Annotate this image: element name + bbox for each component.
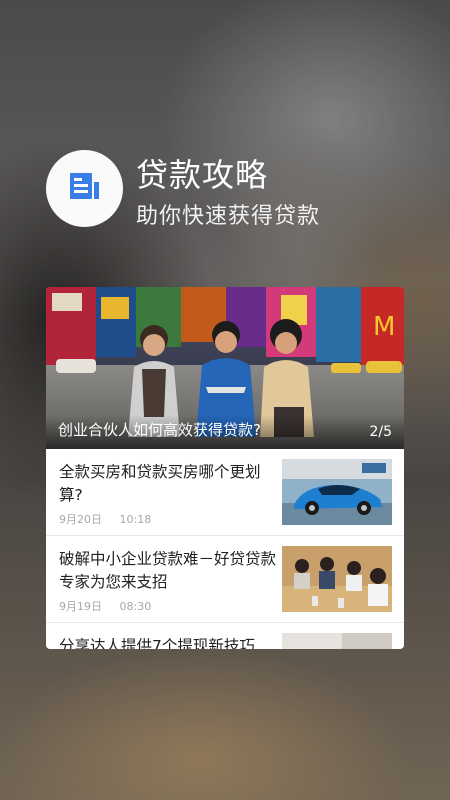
banner-title[interactable]: 创业合伙人如何高效获得贷款?: [58, 419, 261, 440]
banner-page-indicator: 2/5: [369, 424, 392, 440]
document-icon: [67, 170, 103, 208]
news-title[interactable]: 分享达人提供7个提现新技巧: [59, 635, 277, 649]
header: 贷款攻略 助你快速获得贷款: [46, 150, 430, 230]
news-title[interactable]: 破解中小企业贷款难－好贷贷款专家为您来支招: [59, 548, 277, 594]
page-subtitle: 助你快速获得贷款: [136, 204, 321, 229]
svg-text:M: M: [373, 312, 395, 342]
featured-banner[interactable]: M 创业合伙人如何高效获得贷款? 2/5: [46, 287, 404, 449]
meeting-photo-thumbnail[interactable]: [282, 546, 392, 612]
article-card: M 创业合伙人如何高效获得贷款? 2/5 全款买房和贷款买房哪个更划算? 9月2…: [46, 287, 404, 649]
news-title[interactable]: 全款买房和贷款买房哪个更划算?: [59, 461, 277, 507]
news-meta: 9月19日 08:30: [59, 598, 165, 614]
news-item[interactable]: 全款买房和贷款买房哪个更划算? 9月20日 10:18: [46, 449, 404, 536]
news-date: 9月20日: [59, 513, 102, 526]
news-item[interactable]: 破解中小企业贷款难－好贷贷款专家为您来支招 9月19日 08:30: [46, 536, 404, 623]
app-logo: [46, 150, 123, 227]
news-item[interactable]: 分享达人提供7个提现新技巧: [46, 623, 404, 649]
news-date: 9月19日: [59, 600, 102, 613]
news-time: 08:30: [119, 600, 152, 613]
car-photo-thumbnail[interactable]: [282, 459, 392, 525]
news-meta: 9月20日 10:18: [59, 511, 165, 527]
page-title: 贷款攻略: [136, 156, 269, 194]
office-photo-thumbnail[interactable]: [282, 633, 392, 649]
news-time: 10:18: [119, 513, 152, 526]
